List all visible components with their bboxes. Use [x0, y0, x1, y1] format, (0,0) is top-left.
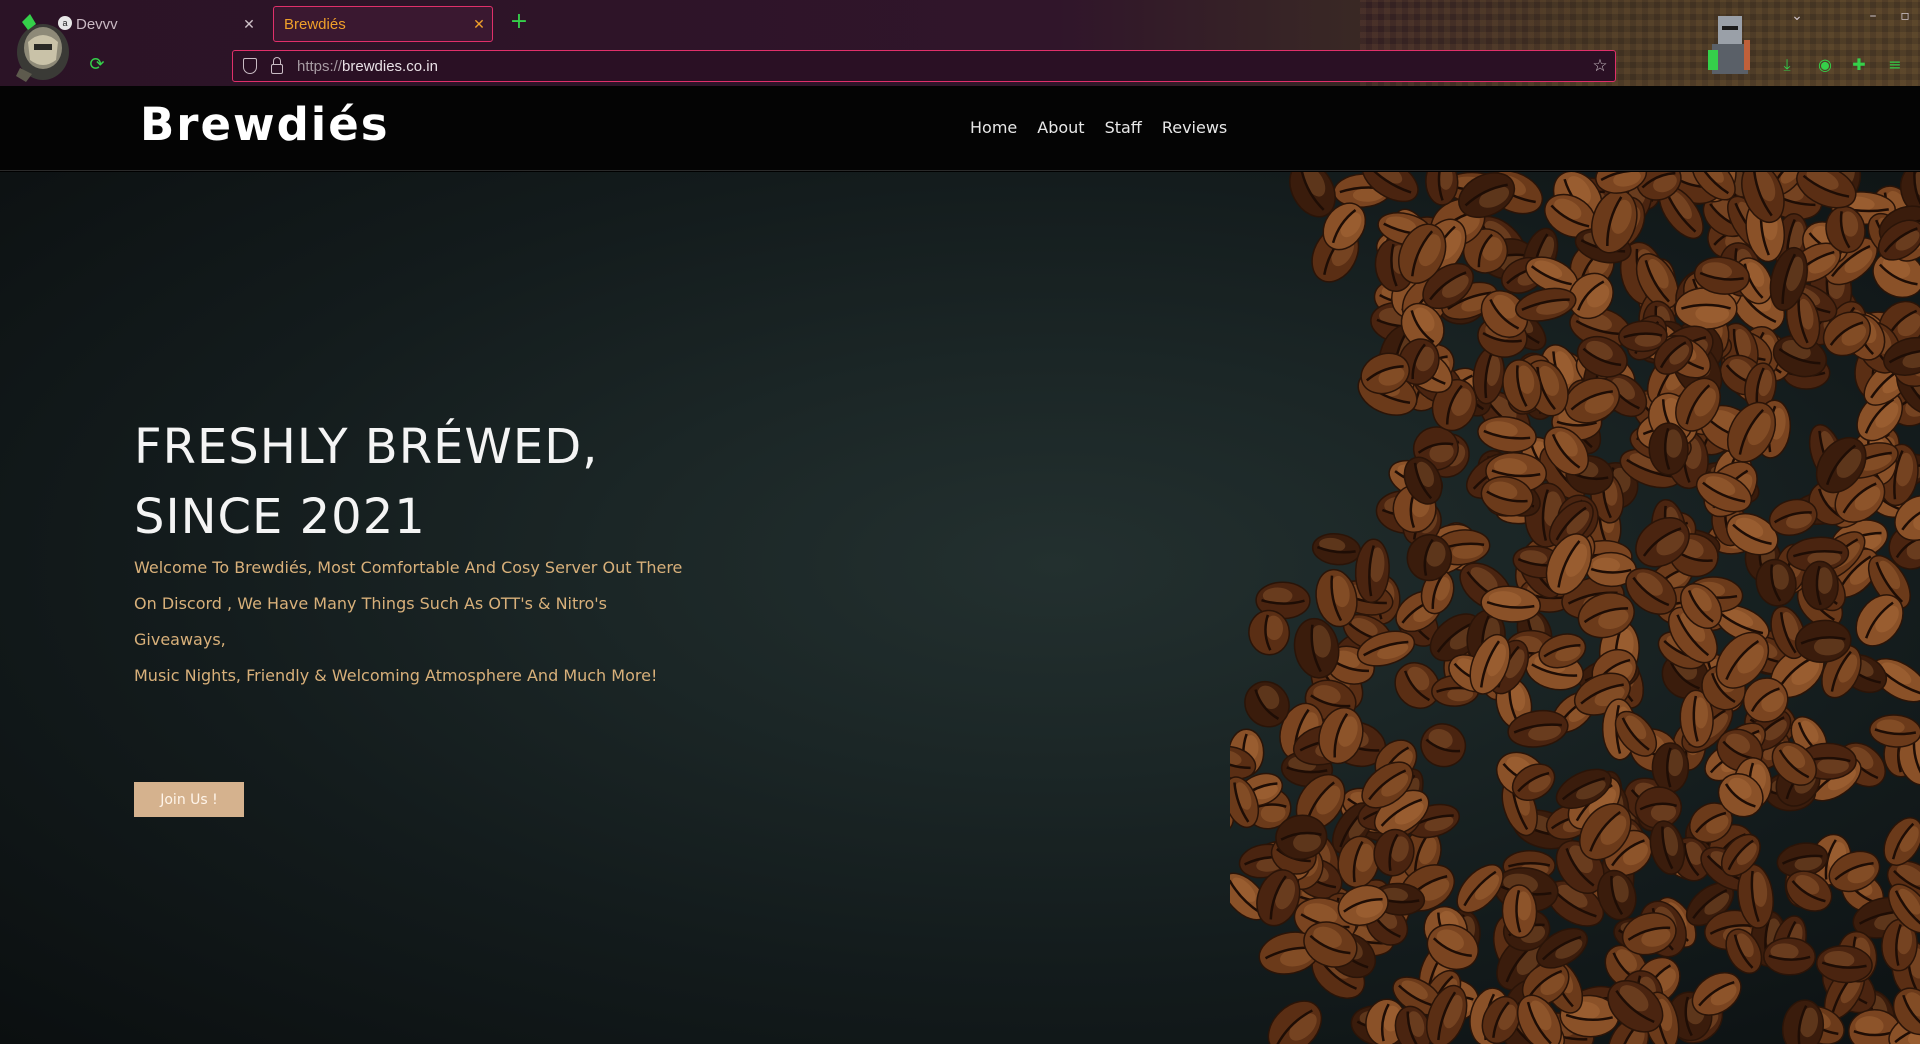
hero-description: Welcome To Brewdiés, Most Comfortable An…	[134, 550, 694, 694]
new-tab-button[interactable]: +	[506, 9, 532, 35]
coffee-bean	[1267, 1000, 1323, 1044]
web-page: Brewdiés Home About Staff Reviews FRESHL…	[0, 86, 1920, 1044]
coffee-bean	[1801, 560, 1839, 611]
tab-favicon-icon: a	[58, 16, 72, 30]
hero-title-line-1: FRESHLY BRÉWED,	[134, 419, 599, 475]
hero-text-line-2: On Discord , We Have Many Things Such As…	[134, 594, 608, 649]
coffee-bean	[1651, 742, 1690, 793]
hero-title: FRESHLY BRÉWED, SINCE 2021	[134, 412, 834, 552]
coffee-bean	[1648, 422, 1689, 476]
lock-icon[interactable]	[271, 57, 283, 74]
coffee-bean	[1501, 884, 1538, 939]
nav-links: Home About Staff Reviews	[970, 118, 1247, 137]
address-bar[interactable]: https://brewdies.co.in ☆	[232, 50, 1616, 82]
nav-staff-link[interactable]: Staff	[1105, 118, 1142, 137]
maximize-icon[interactable]: ▫	[1894, 8, 1916, 30]
site-navbar: Brewdiés Home About Staff Reviews	[0, 86, 1920, 171]
browser-chrome: a Devvv ✕ Brewdiés ✕ + ⟳ https://brewdie…	[0, 0, 1920, 86]
site-logo[interactable]: Brewdiés	[140, 98, 390, 151]
coffee-beans-image	[1230, 172, 1920, 1044]
minimize-icon[interactable]: –	[1862, 8, 1884, 30]
coffee-bean	[1311, 533, 1362, 566]
nav-home-link[interactable]: Home	[970, 118, 1017, 137]
tab-label: Brewdiés	[284, 15, 346, 33]
extension-circle-icon[interactable]: ◉	[1814, 54, 1836, 76]
url-text[interactable]: https://brewdies.co.in	[297, 58, 1585, 75]
url-scheme: https://	[297, 57, 343, 75]
menu-hamburger-icon[interactable]: ≡	[1884, 54, 1906, 76]
join-us-button[interactable]: Join Us !	[134, 782, 244, 817]
tab-brewdies[interactable]: Brewdiés ✕	[273, 6, 493, 42]
hero-text-line-3: Music Nights, Friendly & Welcoming Atmos…	[134, 666, 658, 685]
coffee-bean	[1781, 999, 1825, 1044]
chevron-down-icon[interactable]: ⌄	[1786, 8, 1808, 30]
tracking-shield-icon[interactable]	[243, 58, 257, 74]
bookmark-star-icon[interactable]: ☆	[1585, 56, 1615, 76]
tab-label: Devvv	[76, 15, 118, 33]
coffee-bean	[1420, 723, 1467, 768]
hero-title-line-2: SINCE 2021	[134, 489, 426, 545]
coffee-bean	[1869, 714, 1920, 748]
nav-reviews-link[interactable]: Reviews	[1162, 118, 1227, 137]
close-tab-icon[interactable]: ✕	[236, 16, 262, 33]
downloads-icon[interactable]: ⤓	[1776, 54, 1798, 76]
hero-section: FRESHLY BRÉWED, SINCE 2021 Welcome To Br…	[0, 172, 1920, 1044]
tab-devvv[interactable]: a Devvv ✕	[54, 6, 262, 42]
coffee-bean	[1763, 937, 1816, 976]
nav-about-link[interactable]: About	[1037, 118, 1084, 137]
hero-text-line-1: Welcome To Brewdiés, Most Comfortable An…	[134, 558, 683, 577]
extensions-puzzle-icon[interactable]: ✚	[1848, 54, 1870, 76]
knight-pixel-art-icon	[1708, 16, 1750, 74]
close-tab-icon[interactable]: ✕	[466, 16, 492, 33]
reload-icon[interactable]: ⟳	[86, 54, 108, 76]
url-host: brewdies.co.in	[342, 57, 438, 75]
